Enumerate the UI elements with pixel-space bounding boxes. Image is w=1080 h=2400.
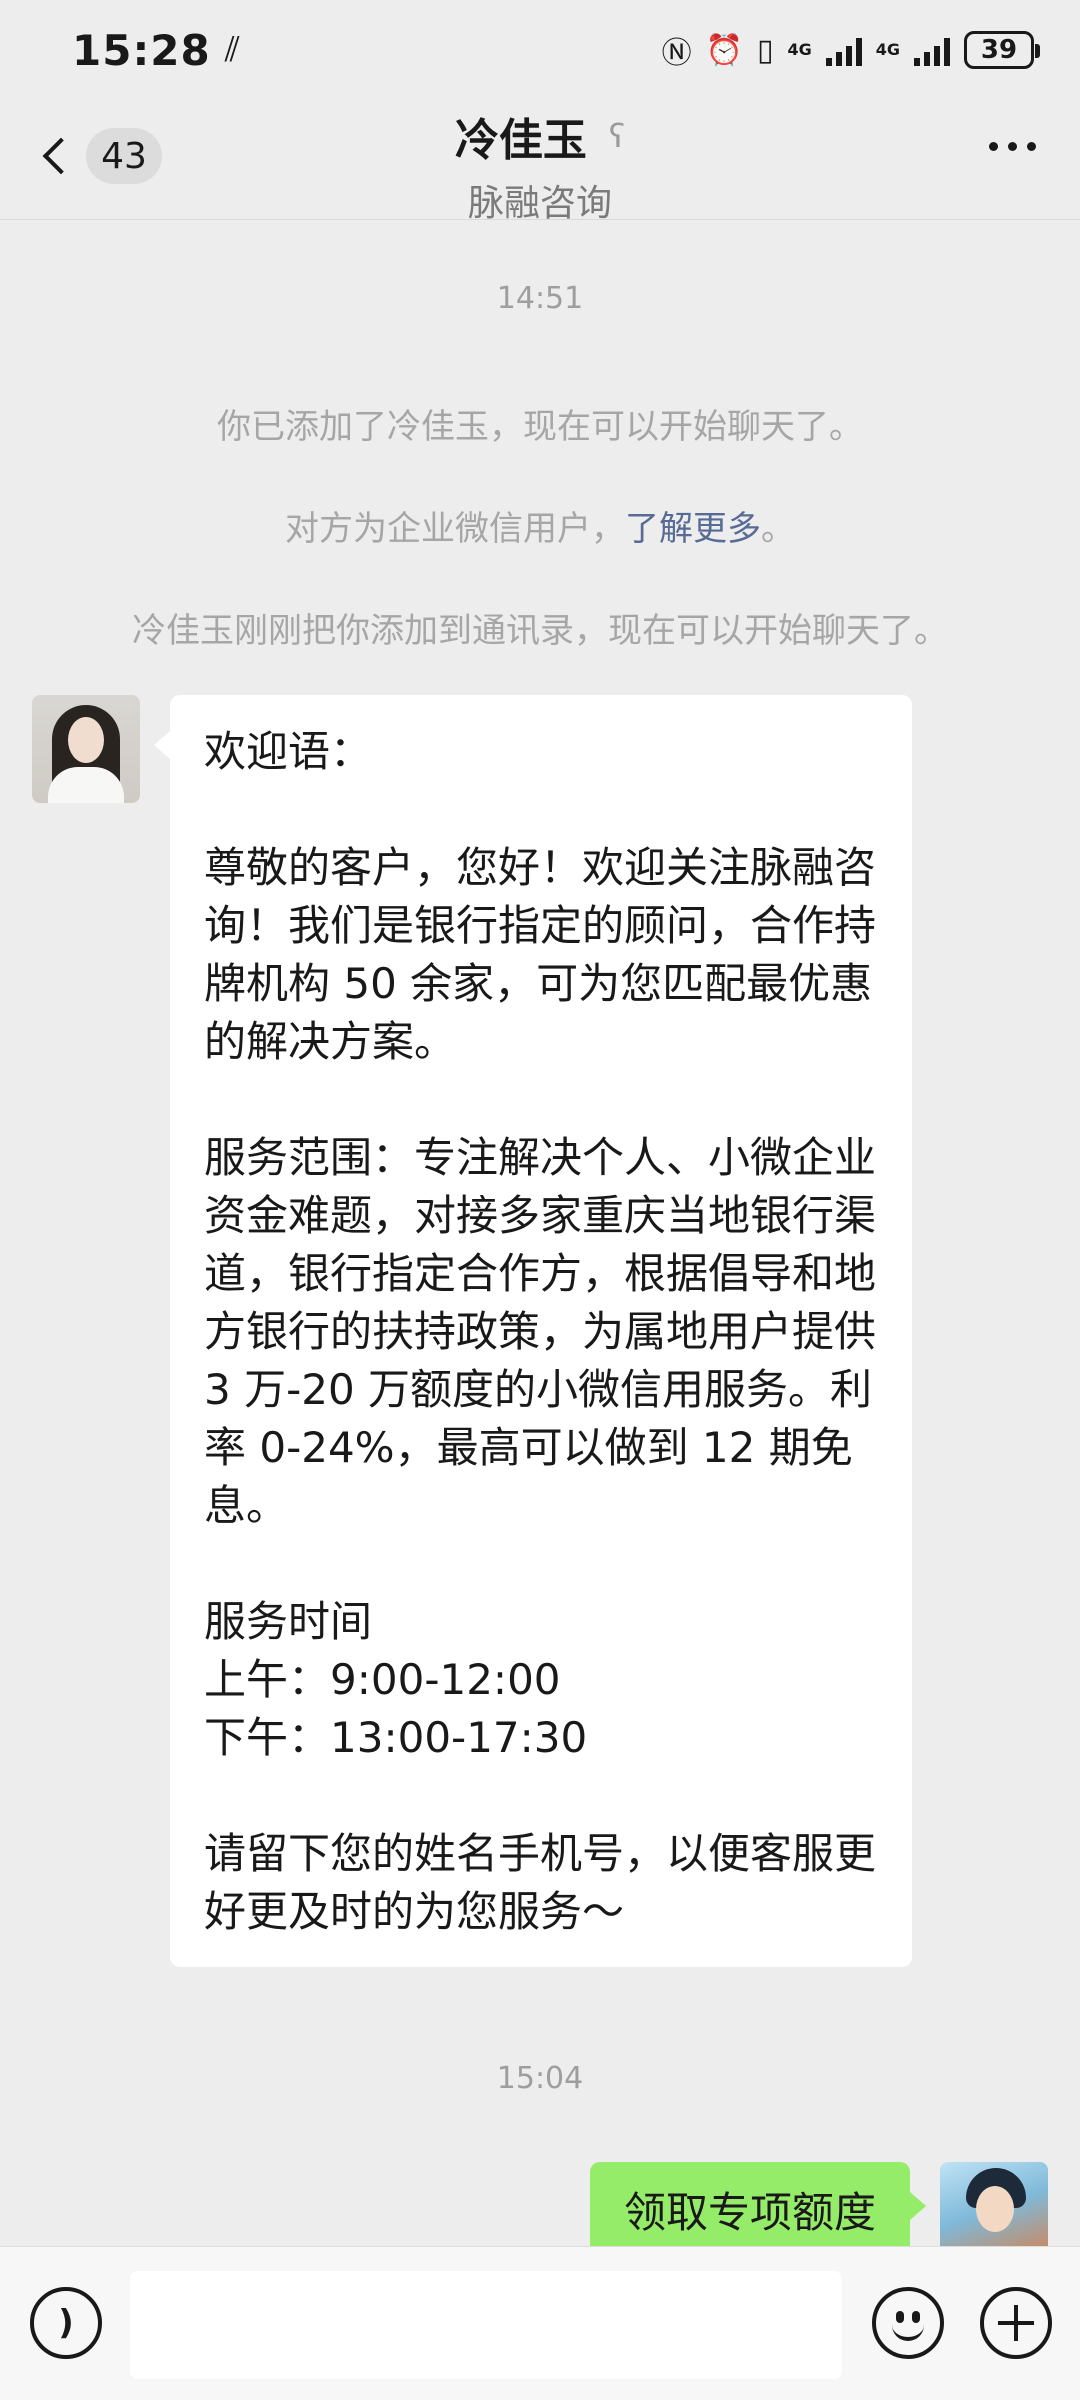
signal-2-icon: 4G (876, 42, 900, 58)
signal-bars-2-icon (914, 34, 950, 66)
contact-company: 脉融咨询 (467, 183, 612, 224)
nfc-icon: Ⓝ (661, 36, 692, 71)
contact-name-row: 冷佳玉 ʕ (455, 104, 625, 168)
contact-name: 冷佳玉 (454, 115, 587, 166)
more-dot (1008, 142, 1017, 151)
outgoing-message-bubble[interactable]: 领取专项额度 (589, 2162, 927, 2246)
timestamp: 14:51 (496, 281, 584, 316)
more-dot (1027, 142, 1036, 151)
battery-icon: 39 (964, 31, 1040, 69)
system-message-suffix: 。 (761, 509, 795, 549)
message-intro: 尊敬的客户，您好！欢迎关注脉融咨询！我们是银行指定的顾问，合作持牌机构 50 余… (204, 843, 877, 1066)
status-bar: 15:28 ⫽ Ⓝ ⏰ ▯ 4G 4G 39 (0, 0, 1080, 100)
alarm-icon: ⏰ (705, 32, 743, 68)
more-button[interactable] (989, 142, 1036, 151)
message-scope: 服务范围：专注解决个人、小微企业资金难题，对接多家重庆当地银行渠道，银行指定合作… (204, 1133, 890, 1530)
wechat-status-icon: ⫽ (224, 30, 240, 70)
more-dot (989, 142, 998, 151)
signal-1-icon: 4G (787, 42, 811, 58)
voice-icon: ) (58, 2303, 74, 2343)
emoji-icon (892, 2321, 924, 2341)
timestamp: 15:04 (496, 2061, 584, 2096)
status-time: 15:28 (72, 25, 211, 75)
contact-avatar[interactable] (32, 695, 140, 803)
status-icons: Ⓝ ⏰ ▯ 4G 4G 39 (661, 28, 1040, 72)
system-message-text: 对方为企业微信用户， (285, 509, 625, 549)
emoji-button[interactable] (872, 2287, 944, 2359)
message-hours-am: 上午：9:00-12:00 (204, 1655, 561, 1704)
message-closing: 请留下您的姓名手机号，以便客服更好更及时的为您服务～ (204, 1829, 877, 1936)
chat-header: 43 冷佳玉 ʕ 脉融咨询 (0, 100, 1080, 224)
message-hours-title: 服务时间 (204, 1597, 373, 1646)
signal-bars-1-icon (825, 34, 862, 66)
network-2-label: 4G (875, 40, 900, 59)
incoming-message-bubble[interactable]: 欢迎语： 尊敬的客户，您好！欢迎关注脉融咨询！我们是银行指定的顾问，合作持牌机构… (154, 695, 912, 1967)
avatar-face (68, 717, 104, 763)
message-list[interactable]: 14:51 你已添加了冷佳玉，现在可以开始聊天了。 对方为企业微信用户，了解更多… (0, 221, 1080, 2246)
voice-button[interactable]: ) (30, 2287, 102, 2359)
system-message: 冷佳玉刚刚把你添加到通讯录，现在可以开始聊天了。 (132, 611, 948, 651)
my-avatar[interactable] (940, 2162, 1048, 2246)
vibrate-icon: ▯ (756, 32, 774, 68)
system-message: 你已添加了冷佳玉，现在可以开始聊天了。 (217, 407, 863, 447)
learn-more-link[interactable]: 了解更多 (625, 509, 761, 549)
ear-icon: ʕ (608, 117, 626, 155)
message-hours-pm: 下午：13:00-17:30 (204, 1713, 588, 1762)
plus-button[interactable] (980, 2287, 1052, 2359)
message-greeting: 欢迎语： (204, 727, 373, 776)
system-message-enterprise: 对方为企业微信用户，了解更多。 (0, 501, 1080, 550)
message-input[interactable] (130, 2271, 842, 2379)
avatar-face (976, 2186, 1014, 2232)
outgoing-message-text: 领取专项额度 (623, 2188, 876, 2237)
input-bar: ) (0, 2246, 1080, 2400)
chat-title: 冷佳玉 ʕ 脉融咨询 (0, 104, 1080, 226)
battery-level: 39 (980, 35, 1018, 65)
network-1-label: 4G (787, 40, 812, 59)
